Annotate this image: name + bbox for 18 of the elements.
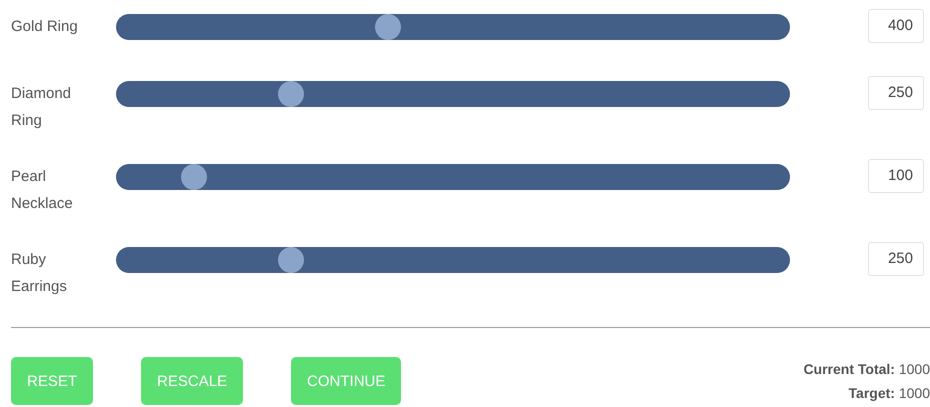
item-label: Gold Ring	[11, 17, 79, 37]
slider-track[interactable]	[116, 164, 790, 190]
slider-thumb[interactable]	[278, 247, 304, 273]
slider-track[interactable]	[116, 247, 790, 273]
item-label: Pearl Necklace	[11, 167, 74, 214]
slider-thumb[interactable]	[278, 81, 304, 107]
total-text: Target: 1000	[848, 385, 930, 401]
value-field[interactable]: 400	[868, 9, 924, 43]
item-label: Ruby Earrings	[11, 250, 68, 297]
value-field[interactable]: 250	[868, 242, 924, 276]
slider-track[interactable]	[116, 14, 790, 40]
total-text: Current Total: 1000	[803, 361, 930, 377]
slider-track[interactable]	[116, 81, 790, 107]
slider-thumb[interactable]	[180, 164, 207, 190]
value-field[interactable]: 100	[868, 159, 924, 193]
value-field[interactable]: 250	[868, 76, 924, 110]
slider-thumb[interactable]	[375, 14, 402, 40]
item-label: Diamond Ring	[11, 84, 72, 131]
